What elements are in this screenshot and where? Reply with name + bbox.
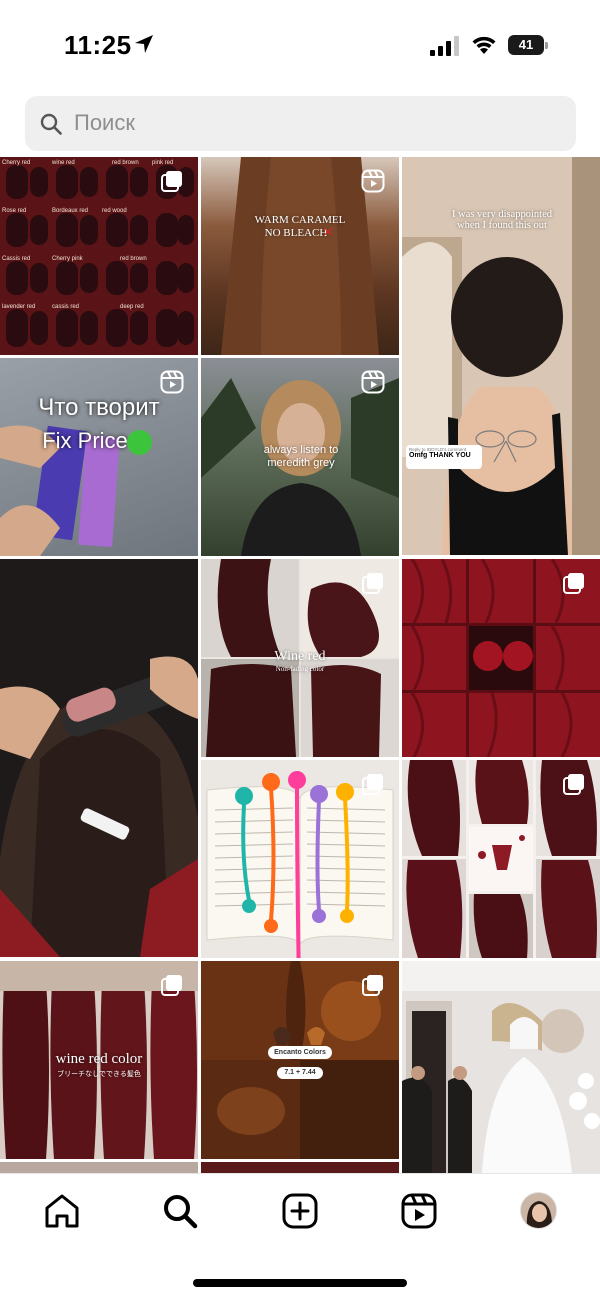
avatar-image [521, 1193, 556, 1228]
fix-price-caption-2: Fix Price [42, 428, 128, 453]
grid-tile-warm-caramel[interactable]: WARM CARAMEL NO BLEACH ✕ [201, 157, 399, 355]
status-time: 11:25 [64, 30, 132, 60]
wine-red-caption-2: Non-fading color [275, 665, 325, 673]
cross-mark-icon: ✕ [323, 225, 334, 239]
encanto-caption: Encanto Colors [268, 1046, 332, 1059]
grid-tile-bride[interactable] [402, 961, 600, 1173]
brush-styling-thumbnail [0, 656, 198, 957]
grid-tile-hair-chart[interactable]: Cherry red wine red red brown pink red R… [0, 157, 198, 355]
hair-chart-label: pink red [152, 160, 173, 166]
bottom-tab-bar [0, 1173, 600, 1300]
wine-red-caption: Wine red [274, 649, 326, 664]
grid-tile-wine-red-color[interactable]: wine red color ブリーチなしでできる髪色 [0, 961, 198, 1159]
hair-chart-label: Rose red [2, 208, 26, 214]
search-input[interactable]: Поиск [25, 96, 576, 151]
hair-chart-label: red brown [112, 160, 139, 166]
multi-post-icon [161, 171, 182, 192]
bride-thumbnail [402, 961, 600, 1173]
battery-indicator: 41 [508, 35, 548, 55]
grid-tile-partial-middle[interactable] [201, 1162, 399, 1173]
battery-tip [545, 42, 548, 49]
reel-icon [361, 370, 385, 394]
profile-avatar[interactable] [520, 1192, 557, 1229]
multi-post-icon [362, 774, 383, 795]
cellular-signal-icon [430, 36, 459, 56]
location-arrow-icon [135, 35, 153, 53]
status-bar: 11:25 41 [0, 0, 600, 90]
comment-reply-text: Omfg THANK YOU [409, 452, 471, 459]
hair-chart-label: wine red [51, 160, 75, 166]
battery-level: 41 [508, 35, 544, 55]
hair-chart-label: Cassis red [2, 256, 30, 262]
wine-red-color-caption: wine red color [55, 1051, 143, 1067]
grid-tile-red-hair-collage[interactable] [402, 559, 600, 757]
hair-chart-label: Cherry pink [52, 256, 84, 262]
hair-chart-label: red wood [102, 208, 127, 214]
hair-chart-label: deep red [120, 304, 144, 310]
grid-tile-meredith[interactable]: always listen to meredith grey [201, 358, 399, 556]
comment-reply-sticker: Reply to IDDYLD's comment Omfg THANK YOU [406, 445, 482, 469]
caramel-caption-2: NO BLEACH [264, 227, 328, 239]
tattoo-caption: I was very disappointed when I found thi… [451, 209, 553, 231]
multi-post-icon [362, 573, 383, 594]
grid-tile-tattoo-back[interactable]: I was very disappointed when I found thi… [402, 157, 600, 555]
multi-post-icon [563, 774, 584, 795]
create-icon[interactable] [281, 1192, 319, 1230]
multi-post-icon [161, 975, 182, 996]
hair-chart-label: cassis red [52, 304, 79, 310]
grid-tile-bookmarks[interactable] [201, 760, 399, 958]
encanto-caption-2: 7.1 + 7.44 [277, 1067, 323, 1079]
multi-post-icon [362, 975, 383, 996]
caramel-caption: WARM CARAMEL [254, 214, 346, 226]
hair-chart-label: lavender red [2, 304, 35, 310]
grid-tile-wine-red-collage[interactable]: Wine red Non-fading color [201, 559, 399, 757]
reel-icon [160, 370, 184, 394]
grid-tile-brush-styling[interactable] [0, 559, 198, 957]
wifi-icon [472, 36, 496, 54]
meredith-caption: always listen to meredith grey [263, 444, 339, 469]
search-placeholder: Поиск [74, 110, 135, 135]
search-icon[interactable] [161, 1192, 199, 1230]
wine-red-color-caption-2: ブリーチなしでできる髪色 [57, 1071, 141, 1078]
hair-chart-label: Cherry red [2, 160, 30, 166]
reel-icon [361, 169, 385, 193]
home-indicator [193, 1279, 407, 1287]
reels-icon[interactable] [400, 1192, 438, 1230]
multi-post-icon [563, 573, 584, 594]
home-icon[interactable] [43, 1192, 81, 1230]
hair-chart-label: Bordeaux red [52, 208, 88, 214]
explore-grid: Cherry red wine red red brown pink red R… [0, 157, 600, 1173]
grid-tile-partial-left[interactable] [0, 1162, 198, 1173]
grid-tile-burgundy-collage[interactable] [402, 760, 600, 958]
search-icon [40, 113, 62, 135]
grid-tile-encanto[interactable]: Encanto Colors 7.1 + 7.44 [201, 961, 399, 1159]
hair-chart-label: red brown [120, 256, 147, 262]
green-circle-icon [127, 430, 152, 455]
fix-price-caption: Что творит [38, 394, 160, 421]
grid-tile-fix-price[interactable]: Что творит Fix Price [0, 358, 198, 556]
